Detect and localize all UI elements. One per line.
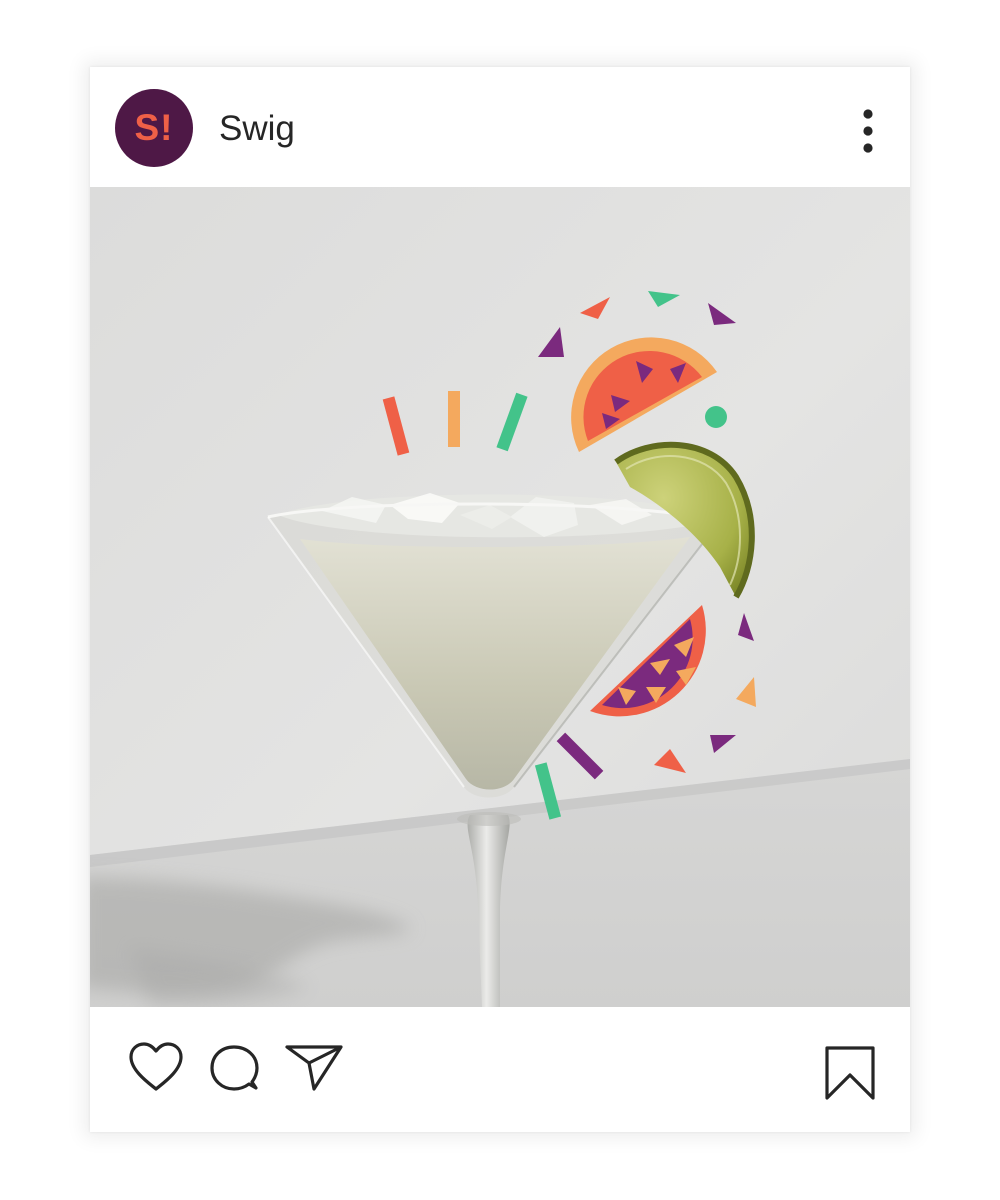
share-button[interactable] <box>284 1043 344 1093</box>
post-image[interactable] <box>90 187 910 1007</box>
post-card: S! Swig <box>90 67 910 1132</box>
more-vertical-icon <box>863 109 873 153</box>
bookmark-icon <box>825 1046 875 1100</box>
more-options-button[interactable] <box>852 105 884 161</box>
save-button[interactable] <box>824 1045 876 1101</box>
avatar[interactable]: S! <box>115 89 193 167</box>
comment-button[interactable] <box>209 1043 259 1093</box>
post-header: S! Swig <box>90 67 910 187</box>
comment-icon <box>210 1045 259 1091</box>
heart-icon <box>129 1042 183 1091</box>
like-button[interactable] <box>128 1041 184 1093</box>
post-actions-bar <box>90 1007 910 1132</box>
cocktail-illustration <box>90 187 910 1007</box>
paper-plane-icon <box>285 1045 343 1091</box>
account-name[interactable]: Swig <box>219 107 295 151</box>
